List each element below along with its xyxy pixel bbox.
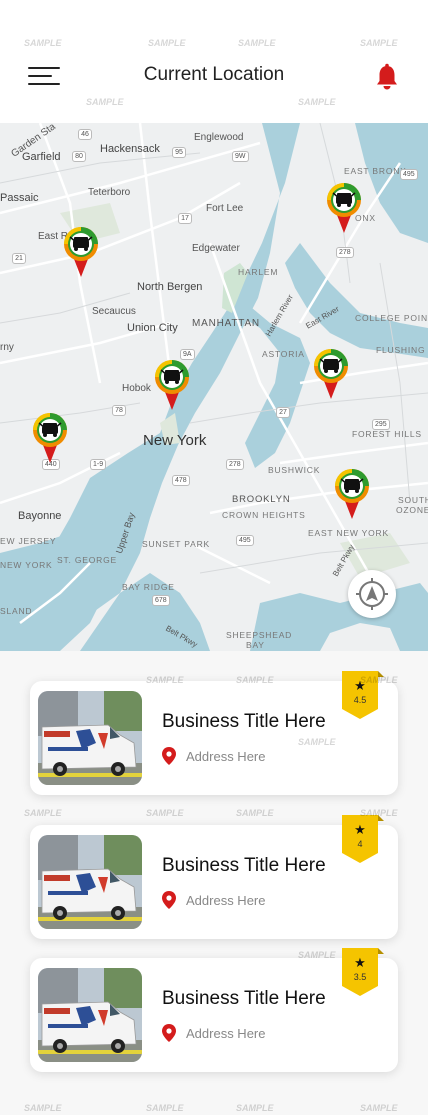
auto-repair-map-pin-icon[interactable] (332, 467, 372, 519)
map-label-flushing: FLUSHING (376, 345, 426, 355)
auto-repair-map-pin-icon[interactable] (324, 181, 364, 233)
auto-repair-map-pin-icon[interactable] (61, 225, 101, 277)
route-shield: 21 (12, 253, 26, 264)
map-label-bushwick: BUSHWICK (268, 465, 321, 475)
map-label-new-york: New York (143, 432, 207, 449)
route-shield: 278 (336, 247, 354, 258)
map-label-englewood: Englewood (194, 132, 244, 143)
map-label-sheepshead: SHEEPSHEAD (226, 630, 293, 640)
map-label-hoboken: Hobok (122, 383, 151, 394)
map-label-new-york-state: NEW YORK (0, 560, 53, 570)
map-label-st-george: ST. GEORGE (57, 555, 117, 565)
route-shield: 495 (236, 535, 254, 546)
route-shield: 278 (226, 459, 244, 470)
location-pin-icon (162, 1024, 176, 1042)
map-label-garfield: Garfield (22, 151, 61, 163)
rating-badge: ★ 4 (342, 815, 386, 865)
route-shield: 27 (276, 407, 290, 418)
map-label-south: SOUTH (398, 495, 428, 505)
route-shield: 1-9 (90, 459, 107, 470)
business-address: Address Here (186, 749, 266, 764)
app-header: Current Location (0, 0, 428, 123)
map-label-edgewater: Edgewater (192, 243, 240, 254)
location-pin-icon (162, 747, 176, 765)
business-title: Business Title Here (162, 711, 326, 732)
map-label-harlem: HARLEM (238, 267, 279, 277)
map-label-ozone: OZONE (396, 505, 428, 515)
auto-repair-map-pin-icon[interactable] (30, 411, 70, 463)
map-label-secaucus: Secaucus (92, 306, 136, 317)
location-pin-icon (162, 891, 176, 909)
route-shield: 295 (372, 419, 390, 430)
business-card[interactable]: Business Title Here Address Here ★ 4 (30, 815, 398, 939)
business-address: Address Here (186, 1026, 266, 1041)
route-shield: 95 (172, 147, 186, 158)
rating-value: 4.5 (353, 695, 367, 705)
map-label-college-point: COLLEGE POINT (355, 313, 428, 323)
map-label-forest-hills: FOREST HILLS (352, 429, 422, 439)
auto-repair-map-pin-icon[interactable] (152, 358, 192, 410)
route-shield: 78 (112, 405, 126, 416)
star-icon: ★ (354, 678, 366, 693)
map-label-island: SLAND (0, 606, 33, 616)
star-icon: ★ (354, 955, 366, 970)
map-label-sunset-park: SUNSET PARK (142, 539, 211, 549)
map-label-astoria: ASTORIA (262, 349, 305, 359)
map-label-bayonne: Bayonne (18, 510, 62, 522)
business-card[interactable]: Business Title Here Address Here ★ 4.5 (30, 671, 398, 795)
business-list: Business Title Here Address Here ★ 4.5 Busin… (0, 651, 428, 1115)
business-address: Address Here (186, 893, 266, 908)
rating-value: 4 (357, 839, 363, 849)
business-photo (38, 691, 142, 785)
map-label-bay: BAY (246, 640, 265, 650)
map-label-manhattan: MANHATTAN (192, 318, 260, 329)
route-shield: 678 (152, 595, 170, 606)
business-title: Business Title Here (162, 988, 326, 1009)
map-label-passaic: Passaic (0, 192, 39, 204)
map-label-east-new-york: EAST NEW YORK (308, 528, 389, 538)
map-label-crown-heights: CROWN HEIGHTS (222, 510, 306, 520)
bell-icon[interactable] (372, 62, 402, 92)
auto-repair-map-pin-icon[interactable] (311, 347, 351, 399)
map-label-north-bergen: North Bergen (137, 281, 203, 293)
business-photo (38, 835, 142, 929)
business-photo (38, 968, 142, 1062)
business-card[interactable]: Business Title Here Address Here ★ 3.5 (30, 948, 398, 1072)
route-shield: 80 (72, 151, 86, 162)
map-label-hackensack: Hackensack (100, 143, 160, 155)
route-shield: 46 (78, 129, 92, 140)
route-shield: 9W (232, 151, 249, 162)
map-label-new-jersey: EW JERSEY (0, 536, 57, 546)
map-label-teterboro: Teterboro (88, 187, 131, 198)
map-label-bay-ridge: BAY RIDGE (122, 582, 175, 592)
star-icon: ★ (354, 822, 366, 837)
map-label-brooklyn: BROOKLYN (232, 494, 291, 505)
map-label-east-bronx: EAST BRONX (344, 166, 407, 176)
route-shield: 495 (400, 169, 418, 180)
map-label-union-city: Union City (127, 322, 178, 334)
page-title: Current Location (143, 64, 285, 85)
compass-icon (356, 578, 388, 610)
rating-badge: ★ 3.5 (342, 948, 386, 998)
locate-me-button[interactable] (348, 570, 396, 618)
map-label-fort-lee: Fort Lee (206, 203, 244, 214)
route-shield: 17 (178, 213, 192, 224)
route-shield: 478 (172, 475, 190, 486)
map-view[interactable]: Garden Sta Garfield Hackensack Englewood… (0, 123, 428, 651)
business-title: Business Title Here (162, 855, 326, 876)
rating-value: 3.5 (353, 972, 367, 982)
rating-badge: ★ 4.5 (342, 671, 386, 721)
map-label-kearny: rny (0, 342, 14, 353)
